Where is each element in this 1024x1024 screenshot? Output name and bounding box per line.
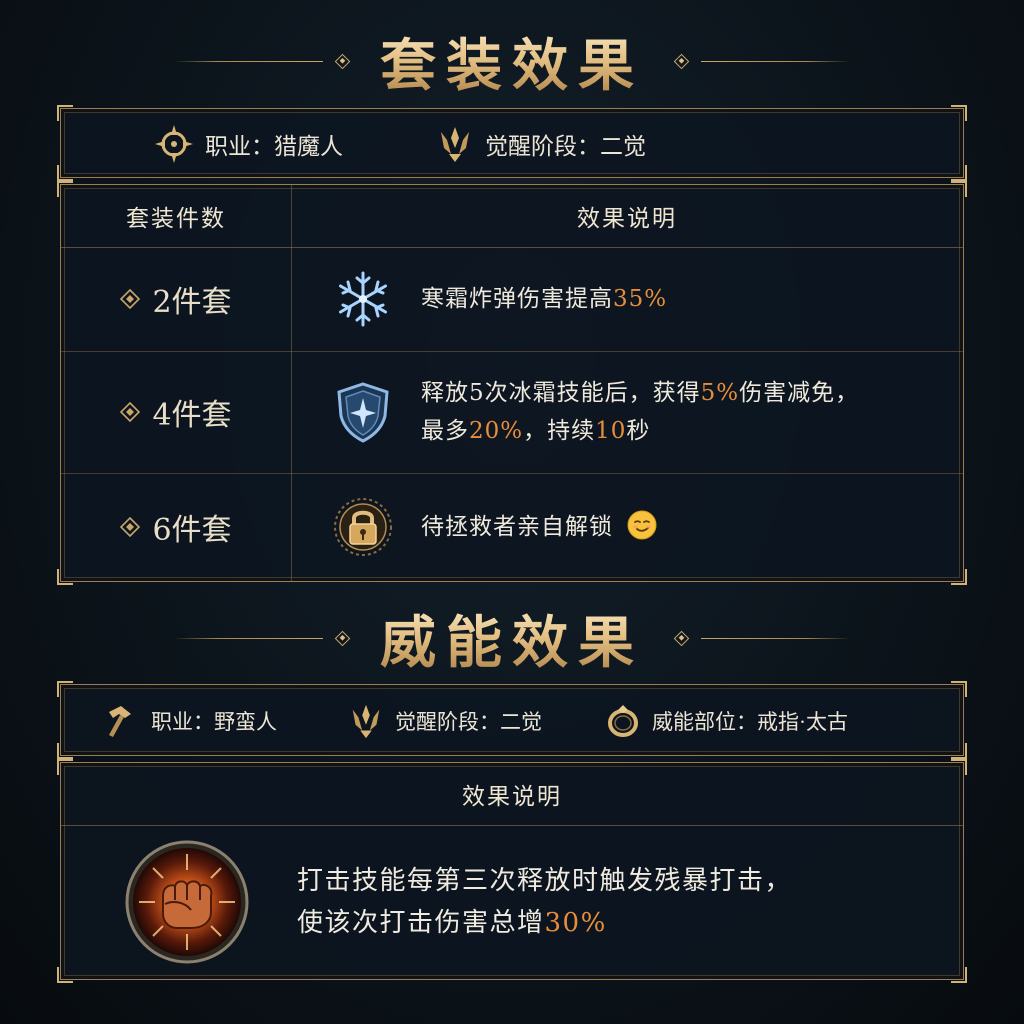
set-effect-text: 待拯救者亲自解锁 bbox=[421, 508, 657, 546]
effect-line-1: 释放5次冰霜技能后，获得5%伤害减免， bbox=[421, 374, 859, 412]
set-count-2: 2件套 bbox=[152, 285, 232, 320]
set-effect-cell: 释放5次冰霜技能后，获得5%伤害减免， 最多20%，持续10秒 bbox=[291, 374, 963, 450]
legendary-header: 效果说明 bbox=[61, 763, 963, 826]
legendary-slot-label: 威能部位：戒指·太古 bbox=[652, 710, 848, 734]
page: 套装效果 职业：猎魔人 觉醒阶段：二觉 套装件数 效果说明 2件套 寒霜炸弹伤害… bbox=[0, 0, 1024, 1024]
effect-value: 35% bbox=[613, 286, 668, 312]
set-count-6: 6件套 bbox=[152, 513, 232, 548]
lock-icon bbox=[334, 498, 392, 556]
title-line-left bbox=[173, 637, 323, 639]
set-info-bar: 职业：猎魔人 觉醒阶段：二觉 bbox=[57, 105, 967, 181]
table-row: 4件套 释放5次冰霜技能后，获得5%伤害减免， 最多20%，持续10秒 bbox=[61, 351, 963, 474]
ring-icon bbox=[608, 705, 638, 737]
set-awaken-label: 觉醒阶段：二觉 bbox=[485, 134, 646, 159]
effect-line-2: 最多20%，持续10秒 bbox=[421, 412, 859, 450]
snowflake-icon bbox=[339, 271, 387, 327]
legendary-effect-panel: 效果说明 打击技能每第三次释放时触发残暴打击， 使该次打击伤害总增30% bbox=[57, 759, 967, 983]
effect-text: 最多 bbox=[421, 418, 469, 444]
effect-value: 20% bbox=[469, 418, 524, 444]
set-count-cell: 2件套 bbox=[61, 277, 291, 321]
legendary-class-info: 职业：野蛮人 bbox=[103, 702, 277, 740]
frost-shield-icon bbox=[337, 382, 389, 443]
trident-crest-icon bbox=[352, 704, 380, 739]
legendary-info-bar: 职业：野蛮人 觉醒阶段：二觉 威能部位：戒指·太古 bbox=[57, 681, 967, 759]
effect-value: 30% bbox=[544, 908, 607, 938]
title-line-right bbox=[701, 60, 851, 62]
title-line-left bbox=[173, 60, 323, 62]
set-count-cell: 4件套 bbox=[61, 390, 291, 434]
set-effect-table: 套装件数 效果说明 2件套 寒霜炸弹伤害提高35% 4件套 释放5次冰霜技能后，… bbox=[57, 181, 967, 585]
legendary-line-2: 使该次打击伤害总增30% bbox=[297, 902, 792, 944]
table-row: 2件套 寒霜炸弹伤害提高35% bbox=[61, 247, 963, 352]
legendary-awaken-info: 觉醒阶段：二觉 bbox=[347, 702, 542, 740]
effect-text: ，持续 bbox=[523, 418, 596, 444]
set-effect-text: 寒霜炸弹伤害提高35% bbox=[421, 280, 667, 318]
title-diamond-right bbox=[673, 630, 690, 646]
set-section-title-row: 套装效果 bbox=[0, 26, 1024, 99]
title-diamond-left bbox=[334, 53, 351, 69]
set-section-title: 套装效果 bbox=[380, 21, 644, 102]
effect-value: 10 bbox=[595, 418, 627, 444]
crosshair-icon bbox=[155, 125, 193, 163]
col-header-effect: 效果说明 bbox=[577, 206, 677, 232]
set-effect-text: 释放5次冰霜技能后，获得5%伤害减免， 最多20%，持续10秒 bbox=[421, 374, 859, 450]
set-count-cell: 6件套 bbox=[61, 505, 291, 549]
legendary-awaken-label: 觉醒阶段：二觉 bbox=[395, 710, 542, 734]
legendary-section-title: 威能效果 bbox=[380, 598, 644, 679]
set-count-4: 4件套 bbox=[152, 398, 232, 433]
effect-text: 使该次打击伤害总增 bbox=[297, 908, 545, 938]
title-diamond-right bbox=[673, 53, 690, 69]
legendary-col-header-effect: 效果说明 bbox=[462, 784, 562, 810]
legendary-class-label: 职业：野蛮人 bbox=[151, 710, 277, 734]
diamond-bullet-icon bbox=[120, 517, 141, 537]
set-class-label: 职业：猎魔人 bbox=[205, 134, 343, 159]
legendary-effect-text: 打击技能每第三次释放时触发残暴打击， 使该次打击伤害总增30% bbox=[297, 860, 792, 944]
title-line-right bbox=[701, 637, 851, 639]
set-awaken-info: 觉醒阶段：二觉 bbox=[435, 124, 646, 164]
fist-icon bbox=[125, 840, 249, 964]
effect-text: 寒霜炸弹伤害提高 bbox=[421, 286, 613, 312]
smirk-emoji-icon bbox=[627, 510, 657, 540]
trident-crest-icon bbox=[441, 127, 469, 162]
diamond-bullet-icon bbox=[120, 402, 141, 422]
set-effect-cell: 待拯救者亲自解锁 bbox=[291, 495, 963, 559]
legendary-section-title-row: 威能效果 bbox=[0, 600, 1024, 676]
effect-text: 待拯救者亲自解锁 bbox=[421, 514, 613, 540]
war-hammer-icon bbox=[109, 706, 131, 737]
legendary-line-1: 打击技能每第三次释放时触发残暴打击， bbox=[297, 866, 793, 896]
table-header: 套装件数 效果说明 bbox=[61, 185, 963, 248]
effect-text: 秒 bbox=[626, 418, 651, 444]
effect-text: 释放5次冰霜技能后，获得 bbox=[421, 380, 701, 406]
diamond-bullet-icon bbox=[120, 289, 141, 309]
effect-value: 5% bbox=[700, 380, 740, 406]
col-header-count: 套装件数 bbox=[126, 206, 226, 232]
legendary-slot-info: 威能部位：戒指·太古 bbox=[604, 702, 848, 740]
set-class-info: 职业：猎魔人 bbox=[153, 123, 343, 165]
title-diamond-left bbox=[334, 630, 351, 646]
table-row: 6件套 待拯救者亲自解锁 bbox=[61, 473, 963, 581]
effect-text: 伤害减免， bbox=[739, 380, 860, 406]
set-effect-cell: 寒霜炸弹伤害提高35% bbox=[291, 267, 963, 331]
legendary-body: 打击技能每第三次释放时触发残暴打击， 使该次打击伤害总增30% bbox=[61, 825, 963, 979]
